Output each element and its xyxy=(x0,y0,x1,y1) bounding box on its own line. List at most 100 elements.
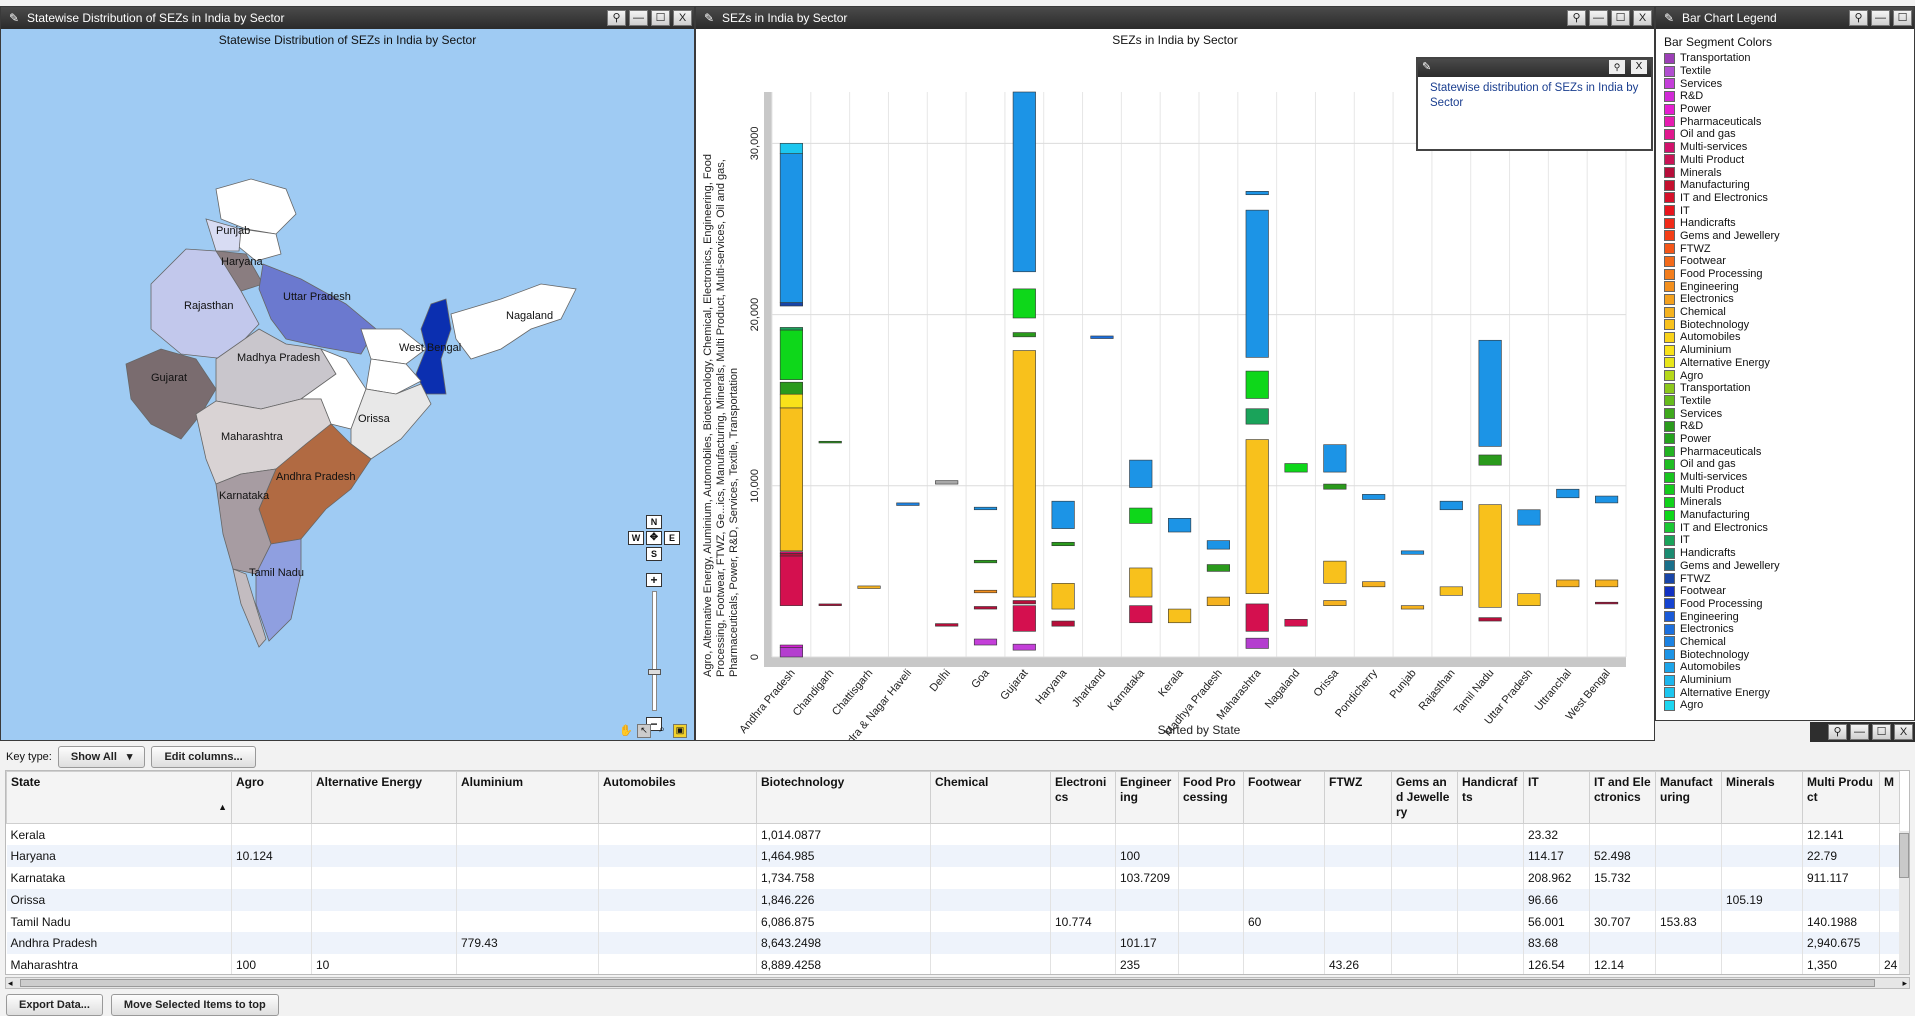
column-header[interactable]: Multi Product xyxy=(1802,771,1880,824)
x-axis-title: Sorted by State xyxy=(1158,723,1241,737)
edit-columns-button[interactable]: Edit columns... xyxy=(151,746,256,768)
legend-label: Minerals xyxy=(1680,166,1722,179)
table-row[interactable]: Andhra Pradesh 779.43 8,643.2498 101.17 83.6… xyxy=(6,932,1900,955)
table-row[interactable]: Maharashtra 100 10 8,889.4258 235 43.26 126.54… xyxy=(6,954,1900,974)
pan-center-icon[interactable]: ✥ xyxy=(646,531,662,545)
legend-label: Services xyxy=(1680,77,1723,90)
column-header[interactable]: State ▲ xyxy=(6,771,232,824)
legend-label: FTWZ xyxy=(1680,572,1711,585)
note-window[interactable]: ✎ ⚲ X Statewise distribution of SEZs in … xyxy=(1416,57,1653,151)
column-header[interactable]: Manufacturing xyxy=(1655,771,1722,824)
column-header[interactable]: Aluminium xyxy=(456,771,599,824)
table-cell: 103.7209 xyxy=(1115,867,1179,889)
horizontal-scrollbar-thumb[interactable] xyxy=(20,979,1875,987)
vertical-scrollbar[interactable] xyxy=(1899,831,1909,974)
column-header[interactable]: Handicrafts xyxy=(1457,771,1524,824)
close-button[interactable]: X xyxy=(673,10,692,26)
column-header[interactable]: Gems and Jewellery xyxy=(1391,771,1458,824)
scroll-right-icon[interactable]: ▸ xyxy=(1902,978,1907,989)
minimize-button[interactable]: — xyxy=(1850,724,1869,740)
table-cell xyxy=(311,932,457,955)
table-row[interactable]: Orissa 1,846.226 96.66 105.19 xyxy=(6,888,1900,911)
map-window-titlebar[interactable]: ✎ Statewise Distribution of SEZs in Indi… xyxy=(1,7,694,29)
chart-window-titlebar[interactable]: ✎ SEZs in India by Sector ⚲ — ☐ X xyxy=(696,7,1654,29)
table-row[interactable]: Tamil Nadu 6,086.875 10.774 60 56.001 30.707 1… xyxy=(6,910,1900,933)
pin-button[interactable]: ⚲ xyxy=(1849,10,1868,26)
minimize-button[interactable]: — xyxy=(629,10,648,26)
column-header[interactable]: Agro xyxy=(231,771,312,824)
legend-label: Agro xyxy=(1680,699,1704,712)
chart-area[interactable]: SEZs in India by Sector 0 10,000 20,000 30,… xyxy=(696,29,1654,740)
zoom-slider[interactable] xyxy=(652,591,657,711)
tool-icon[interactable]: ✎ xyxy=(1661,10,1677,26)
legend-item: Engineering xyxy=(1664,280,1906,293)
pan-east-button[interactable]: E xyxy=(664,531,680,545)
column-header[interactable]: Chemical xyxy=(930,771,1051,824)
lock-icon[interactable]: ▣ xyxy=(673,724,687,738)
maximize-button[interactable]: ☐ xyxy=(1872,724,1891,740)
table-row[interactable]: Karnataka 1,734.758 103.7209 208.962 15.732 9… xyxy=(6,867,1900,889)
hand-tool-icon[interactable]: ✋ xyxy=(619,724,633,738)
column-header[interactable]: IT and Electronics xyxy=(1589,771,1656,824)
close-button[interactable]: X xyxy=(1633,10,1652,26)
legend-window-titlebar[interactable]: ✎ Bar Chart Legend ⚲ — ☐ xyxy=(1656,7,1914,29)
table-cell xyxy=(456,845,599,868)
close-button[interactable]: X xyxy=(1631,60,1647,74)
close-button[interactable]: X xyxy=(1894,724,1913,740)
bar-segment xyxy=(1284,619,1308,627)
column-header[interactable]: M xyxy=(1879,771,1900,824)
pin-button[interactable]: ⚲ xyxy=(1828,724,1847,740)
table-cell xyxy=(1655,823,1722,846)
legend-label: Gems and Jewellery xyxy=(1680,559,1780,572)
minimize-button[interactable]: — xyxy=(1871,10,1890,26)
maximize-button[interactable]: ☐ xyxy=(1893,10,1912,26)
table-row[interactable]: Kerala 1,014.0877 23.32 12.141 xyxy=(6,823,1900,846)
table-cell xyxy=(1655,954,1722,974)
column-header-label: Chemical xyxy=(935,775,989,789)
export-data-button[interactable]: Export Data... xyxy=(6,994,103,1016)
horizontal-scrollbar[interactable]: ◂ ▸ xyxy=(5,977,1910,989)
table-row[interactable]: Haryana 10.124 1,464.985 100 114.17 52.498 22.… xyxy=(6,845,1900,868)
pin-button[interactable]: ⚲ xyxy=(1609,60,1625,74)
column-header[interactable]: Food Processing xyxy=(1178,771,1244,824)
sort-ascending-icon[interactable]: ▲ xyxy=(218,800,227,815)
pin-button[interactable]: ⚲ xyxy=(607,10,626,26)
note-titlebar[interactable]: ✎ ⚲ X xyxy=(1418,59,1651,77)
data-table-container[interactable]: State ▲ Agro Alternative Energy Aluminium Aut… xyxy=(5,770,1910,975)
select-tool-icon[interactable]: ↖ xyxy=(637,724,651,738)
x-axis-bar xyxy=(764,657,1626,667)
column-header[interactable]: Engineering xyxy=(1115,771,1179,824)
data-table[interactable]: State ▲ Agro Alternative Energy Aluminium Aut… xyxy=(6,771,1900,974)
column-header[interactable]: Automobiles xyxy=(598,771,757,824)
table-cell: 10.774 xyxy=(1050,910,1116,933)
tool-icon[interactable]: ✎ xyxy=(701,10,717,26)
pan-west-button[interactable]: W xyxy=(628,531,644,545)
tool-icon[interactable]: ✎ xyxy=(1422,60,1431,73)
column-header-label: Minerals xyxy=(1726,775,1775,789)
minimize-button[interactable]: — xyxy=(1589,10,1608,26)
maximize-button[interactable]: ☐ xyxy=(1611,10,1630,26)
india-map[interactable]: Statewise Distribution of SEZs in India … xyxy=(1,29,694,740)
zoom-in-button[interactable]: + xyxy=(646,573,662,587)
column-header[interactable]: Footwear xyxy=(1243,771,1325,824)
column-header[interactable]: Electronics xyxy=(1050,771,1116,824)
column-header[interactable]: Minerals xyxy=(1721,771,1803,824)
column-header[interactable]: Alternative Energy xyxy=(311,771,457,824)
key-type-select[interactable]: Show All ▾ xyxy=(57,746,146,768)
zoom-slider-handle[interactable] xyxy=(648,669,661,675)
india-map-svg[interactable]: Punjab Haryana Rajasthan Uttar Pradesh G… xyxy=(1,29,694,741)
pan-south-button[interactable]: S xyxy=(646,547,662,561)
tool-icon[interactable]: ✎ xyxy=(6,10,22,26)
vertical-scrollbar-thumb[interactable] xyxy=(1899,833,1909,878)
pan-north-button[interactable]: N xyxy=(646,515,662,529)
column-header[interactable]: Biotechnology xyxy=(756,771,931,824)
zoom-tool-icon[interactable]: ⌕ xyxy=(655,724,669,738)
table-toolbar: Key type: Show All ▾ Edit columns... xyxy=(0,744,1915,770)
move-selected-button[interactable]: Move Selected Items to top xyxy=(110,994,279,1016)
pin-button[interactable]: ⚲ xyxy=(1567,10,1586,26)
column-header[interactable]: IT xyxy=(1523,771,1590,824)
maximize-button[interactable]: ☐ xyxy=(651,10,670,26)
scroll-left-icon[interactable]: ◂ xyxy=(8,978,13,989)
column-header[interactable]: FTWZ xyxy=(1324,771,1392,824)
table-window-titlebar[interactable]: ⚲ — ☐ X xyxy=(1810,722,1915,742)
